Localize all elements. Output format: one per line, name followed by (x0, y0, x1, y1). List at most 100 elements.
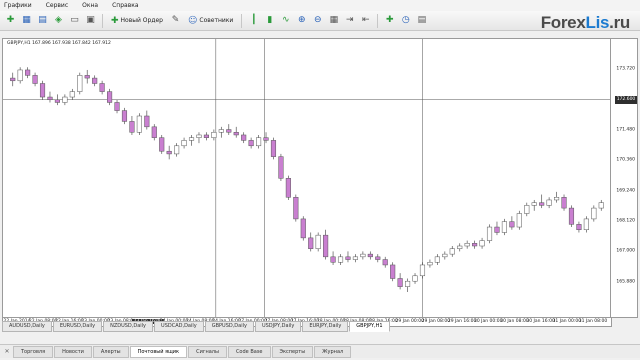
candle-bear (39, 83, 46, 98)
candle-bear (330, 256, 336, 263)
menu-item-charts[interactable]: Графики (4, 2, 32, 9)
templates-icon[interactable]: ▤ (415, 14, 428, 27)
market-watch-icon[interactable]: ▤ (36, 14, 49, 27)
new-chart-icon[interactable]: ✚ (4, 14, 17, 27)
candle-bear (278, 156, 284, 179)
candle-bull (360, 253, 366, 258)
candle-bear (107, 91, 113, 103)
candle-bear (270, 140, 277, 157)
candle-bear (323, 234, 329, 258)
symbol-tab[interactable]: USDCAD,Daily (154, 321, 204, 332)
terminal-close-icon[interactable]: ✕ (2, 348, 12, 355)
candle-bear (92, 77, 98, 84)
navigator-icon[interactable]: ◈ (52, 14, 65, 27)
auto-scroll-icon[interactable]: ⇥ (343, 14, 356, 27)
terminal-tab[interactable]: Сигналы (188, 345, 227, 358)
candle-bear (285, 178, 291, 198)
tile-windows-icon[interactable]: ▦ (327, 14, 340, 27)
zoom-out-icon[interactable]: ⊖ (311, 14, 324, 27)
price-axis[interactable]: 173.720 172.600 171.480 170.360 169.240 168.1… (610, 39, 637, 317)
candle-bull (69, 91, 75, 98)
candle-bear (390, 264, 396, 279)
candle-bear (568, 207, 575, 225)
candle-bear (99, 83, 105, 92)
terminal-tab[interactable]: Code Base (227, 345, 271, 358)
candle-bear (263, 137, 269, 141)
candle-bear (539, 202, 545, 206)
candle-bear (114, 102, 120, 111)
candle-bull (434, 256, 440, 263)
terminal-tab[interactable]: Алерты (92, 345, 129, 358)
candle-bear (494, 226, 500, 233)
logo-text-accent: Lis (585, 13, 610, 32)
candle-bear (54, 99, 60, 103)
candle-bull (427, 262, 433, 266)
terminal-tab[interactable]: Эксперты (271, 345, 314, 358)
candle-bear (32, 75, 38, 84)
logo-text-suffix: .ru (609, 13, 630, 32)
candle-bear (226, 129, 232, 133)
candle-bull (464, 243, 470, 247)
terminal-tab[interactable]: Новости (54, 345, 92, 358)
terminal-icon[interactable]: ▭ (68, 14, 81, 27)
candle-bear (472, 243, 478, 247)
price-tick-label: 165.880 (616, 279, 635, 285)
metaeditor-icon[interactable]: ✎ (169, 14, 182, 27)
logo-text-main: Forex (540, 13, 586, 32)
time-tick-label: 30 Jan 00:00 (474, 319, 503, 324)
bar-chart-icon[interactable]: ┃ (247, 14, 260, 27)
symbol-tab[interactable]: EURJPY,Daily (302, 321, 349, 332)
terminal-tab[interactable]: Почтовый ящик (129, 345, 188, 358)
menu-item-help[interactable]: Справка (112, 2, 138, 9)
candlestick-chart[interactable] (3, 39, 611, 317)
advisors-button[interactable]: ☺ Советники (185, 14, 236, 28)
terminal-tab[interactable]: Журнал (314, 345, 352, 358)
line-chart-icon[interactable]: ∿ (279, 14, 292, 27)
symbol-tab[interactable]: EURUSD,Daily (52, 321, 103, 332)
price-tick-label: 167.000 (616, 248, 635, 254)
candle-bear (84, 75, 90, 79)
time-tick-label: 30 Jan 08:00 (500, 319, 529, 324)
menu-item-service[interactable]: Сервис (46, 2, 68, 9)
candle-bear (129, 121, 135, 133)
advisors-label: Советники (199, 17, 234, 24)
symbol-tab[interactable]: USDJPY,Daily (254, 321, 302, 332)
candle-bull (442, 253, 448, 258)
candle-bull (352, 256, 358, 260)
tester-icon[interactable]: ▣ (84, 14, 97, 27)
zoom-in-icon[interactable]: ⊕ (295, 14, 308, 27)
new-order-label: Новый Ордер (120, 17, 163, 24)
menu-item-windows[interactable]: Окна (82, 2, 98, 9)
candle-bear (25, 69, 31, 76)
price-tick-label: 168.120 (616, 218, 635, 224)
profiles-icon[interactable]: ▦ (20, 14, 33, 27)
candle-bear (382, 259, 388, 266)
price-tick-label: 171.480 (616, 127, 635, 133)
new-order-button[interactable]: ✚ Новый Ордер (108, 14, 166, 28)
indicators-icon[interactable]: ✚ (383, 14, 396, 27)
candle-bull (583, 218, 589, 231)
symbol-tab[interactable]: GBPUSD,Daily (204, 321, 254, 332)
current-price-tag: 172.600 (615, 95, 637, 104)
candle-bull (501, 221, 507, 233)
candle-bear (10, 77, 16, 82)
chart-shift-icon[interactable]: ⇤ (359, 14, 372, 27)
price-tick-label: 169.240 (616, 188, 635, 194)
price-tick-label: 170.360 (616, 157, 635, 163)
candlestick-icon[interactable]: ▮ (263, 14, 276, 27)
candle-bull (419, 264, 426, 277)
candle-bull (196, 134, 202, 138)
periods-icon[interactable]: ◷ (399, 14, 412, 27)
symbol-tab[interactable]: NZDUSD,Daily (103, 321, 154, 332)
time-tick-label: 29 Jan 16:00 (447, 319, 477, 324)
symbol-tab[interactable]: GBPJPY,H1 (349, 321, 390, 332)
menu-bar: Графики Сервис Окна Справка (0, 0, 640, 11)
symbol-tab[interactable]: AUDUSD,Daily (2, 321, 52, 332)
chart-window[interactable]: GBPJPY,H1 167.896 167.938 167.842 167.91… (2, 38, 638, 318)
symbol-tabs: AUDUSD,Daily EURUSD,Daily NZDUSD,Daily USDC… (2, 321, 390, 332)
terminal-tab[interactable]: Торговля (13, 345, 54, 358)
candle-bull (546, 199, 552, 206)
candle-bull (591, 207, 597, 220)
candle-bull (479, 240, 485, 247)
candle-bull (62, 96, 68, 103)
